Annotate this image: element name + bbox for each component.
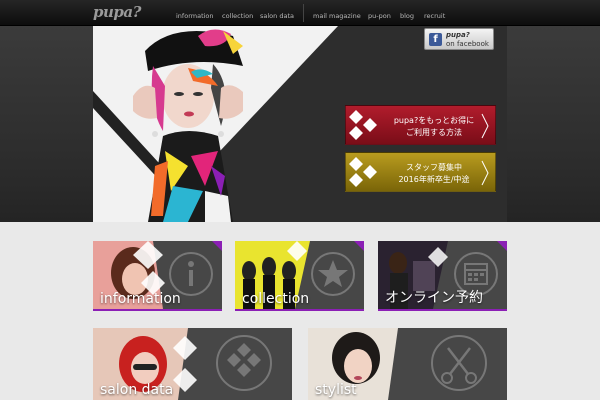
nav-collection[interactable]: collection xyxy=(222,12,253,20)
facebook-badge[interactable]: f pupa? on facebook xyxy=(424,28,494,50)
tile-salon-data[interactable]: salon data xyxy=(93,328,292,400)
hero-section: f pupa? on facebook pupa?をもっとお得に ご利用する方法… xyxy=(0,26,600,222)
tile-corner-accent xyxy=(212,241,222,251)
member-benefits-line2: ご利用する方法 xyxy=(406,128,462,137)
star-icon xyxy=(311,252,355,296)
diamond-grid-icon xyxy=(349,110,377,140)
tile-corner-accent xyxy=(354,241,364,251)
member-benefits-line1: pupa?をもっとお得に xyxy=(393,116,475,125)
nav-blog[interactable]: blog xyxy=(400,12,414,20)
diamond-grid-icon xyxy=(216,335,272,391)
facebook-icon: f xyxy=(429,33,442,46)
tile-collection-label: collection xyxy=(242,291,310,307)
tile-information[interactable]: information xyxy=(93,241,222,311)
nav-recruit[interactable]: recruit xyxy=(424,12,445,20)
facebook-badge-title: pupa? xyxy=(446,31,470,39)
tile-information-label: information xyxy=(100,291,181,307)
tile-stylist[interactable]: stylist xyxy=(308,328,507,400)
tile-stylist-label: stylist xyxy=(315,382,357,398)
tile-reservation-label: オンライン予約 xyxy=(385,290,483,306)
staff-recruit-line1: スタッフ募集中 xyxy=(406,163,462,172)
nav-information[interactable]: information xyxy=(176,12,214,20)
chevron-right-icon xyxy=(481,160,489,186)
top-navigation-bar: pupa? information collection salon data … xyxy=(0,0,600,26)
diamond-grid-icon xyxy=(349,157,377,187)
nav-salon-data[interactable]: salon data xyxy=(260,12,294,20)
chevron-right-icon xyxy=(481,113,489,139)
site-logo[interactable]: pupa? xyxy=(93,3,141,21)
tile-salon-data-label: salon data xyxy=(100,382,174,398)
staff-recruit-button[interactable]: スタッフ募集中 2016年新卒生/中途 xyxy=(345,152,496,192)
scissors-icon xyxy=(431,335,487,391)
staff-recruit-line2: 2016年新卒生/中途 xyxy=(398,175,470,184)
nav-pu-pon[interactable]: pu-pon xyxy=(368,12,391,20)
nav-divider xyxy=(303,4,304,22)
tile-collection[interactable]: collection xyxy=(235,241,364,311)
tile-corner-accent xyxy=(497,241,507,251)
hero-banner: f pupa? on facebook pupa?をもっとお得に ご利用する方法… xyxy=(93,26,507,222)
nav-mail-magazine[interactable]: mail magazine xyxy=(313,12,361,20)
tile-online-reservation[interactable]: オンライン予約 xyxy=(378,241,507,311)
facebook-badge-subtitle: on facebook xyxy=(446,40,489,48)
member-benefits-button[interactable]: pupa?をもっとお得に ご利用する方法 xyxy=(345,105,496,145)
